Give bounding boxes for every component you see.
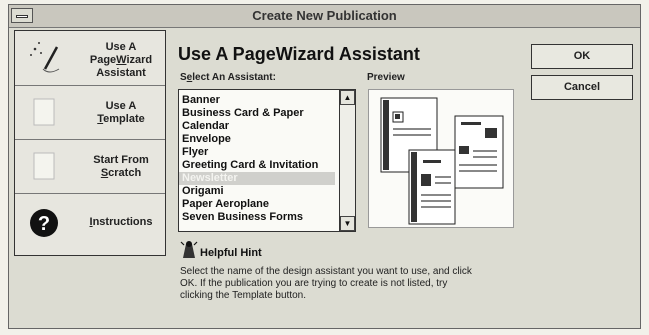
newsletter-preview-image: [380, 97, 504, 225]
label-part: nstructions: [92, 216, 153, 228]
ok-button[interactable]: OK: [531, 44, 633, 69]
template-label-line1: Use A: [105, 100, 137, 112]
assistant-listbox[interactable]: Banner Business Card & Paper Calendar En…: [178, 89, 356, 232]
scratch-label-line1: Start From: [93, 154, 149, 166]
window-title: Create New Publication: [252, 8, 397, 23]
hint-text: Select the name of the design assistant …: [180, 266, 540, 302]
hint-title: Helpful Hint: [200, 247, 262, 259]
template-icon: [33, 98, 55, 126]
list-item[interactable]: Origami: [182, 185, 224, 198]
scroll-down-arrow-icon[interactable]: ▼: [340, 216, 355, 231]
list-item[interactable]: Envelope: [182, 133, 231, 146]
list-item[interactable]: Business Card & Paper: [182, 107, 304, 120]
svg-text:?: ?: [38, 213, 50, 235]
template-label-line2: Template: [77, 113, 165, 126]
select-assistant-label: Select An Assistant:: [180, 72, 276, 83]
question-icon: ?: [30, 209, 58, 237]
label-mnemonic: W: [116, 54, 127, 66]
instructions-label: Instructions: [77, 216, 165, 229]
use-template-option[interactable]: Use A Template: [15, 86, 165, 140]
scroll-up-arrow-icon[interactable]: ▲: [340, 90, 355, 105]
list-item[interactable]: Flyer: [182, 146, 208, 159]
label-part: S: [180, 72, 187, 83]
use-pagewizard-option[interactable]: Use A PageWizard Assistant: [15, 31, 165, 86]
pagewizard-label-line2: PageWizard: [77, 54, 165, 67]
title-bar: Create New Publication: [9, 5, 640, 28]
hint-line: OK. If the publication you are trying to…: [180, 278, 448, 289]
label-part: cratch: [108, 167, 142, 179]
list-item[interactable]: Banner: [182, 94, 220, 107]
hint-line: clicking the Template button.: [180, 290, 307, 301]
list-item-selected[interactable]: Newsletter: [179, 172, 335, 185]
label-part: izard: [126, 54, 153, 66]
list-item[interactable]: Greeting Card & Invitation: [182, 159, 318, 172]
blank-page-icon: [33, 152, 55, 180]
preview-pane: [368, 89, 514, 228]
start-from-scratch-option[interactable]: Start From Scratch: [15, 140, 165, 194]
hint-line: Select the name of the design assistant …: [180, 266, 472, 277]
list-item[interactable]: Seven Business Forms: [182, 211, 303, 224]
list-scrollbar[interactable]: ▲ ▼: [339, 90, 355, 231]
pagewizard-label-line1: Use A: [105, 41, 137, 53]
list-item[interactable]: Paper Aeroplane: [182, 198, 269, 211]
instructions-option[interactable]: ? Instructions: [15, 194, 165, 255]
hint-icon: [180, 241, 198, 258]
cancel-button[interactable]: Cancel: [531, 75, 633, 100]
page-heading: Use A PageWizard Assistant: [178, 44, 420, 64]
option-panel: Use A PageWizard Assistant Use A Templat…: [14, 30, 166, 256]
wand-icon: [30, 42, 60, 73]
list-item[interactable]: Calendar: [182, 120, 229, 133]
label-part: Page: [89, 54, 117, 66]
preview-label: Preview: [367, 72, 405, 83]
label-part: lect An Assistant:: [192, 72, 276, 83]
label-part: emplate: [103, 113, 145, 125]
pagewizard-label-line3: Assistant: [96, 67, 146, 79]
scratch-label-line2: Scratch: [77, 167, 165, 180]
